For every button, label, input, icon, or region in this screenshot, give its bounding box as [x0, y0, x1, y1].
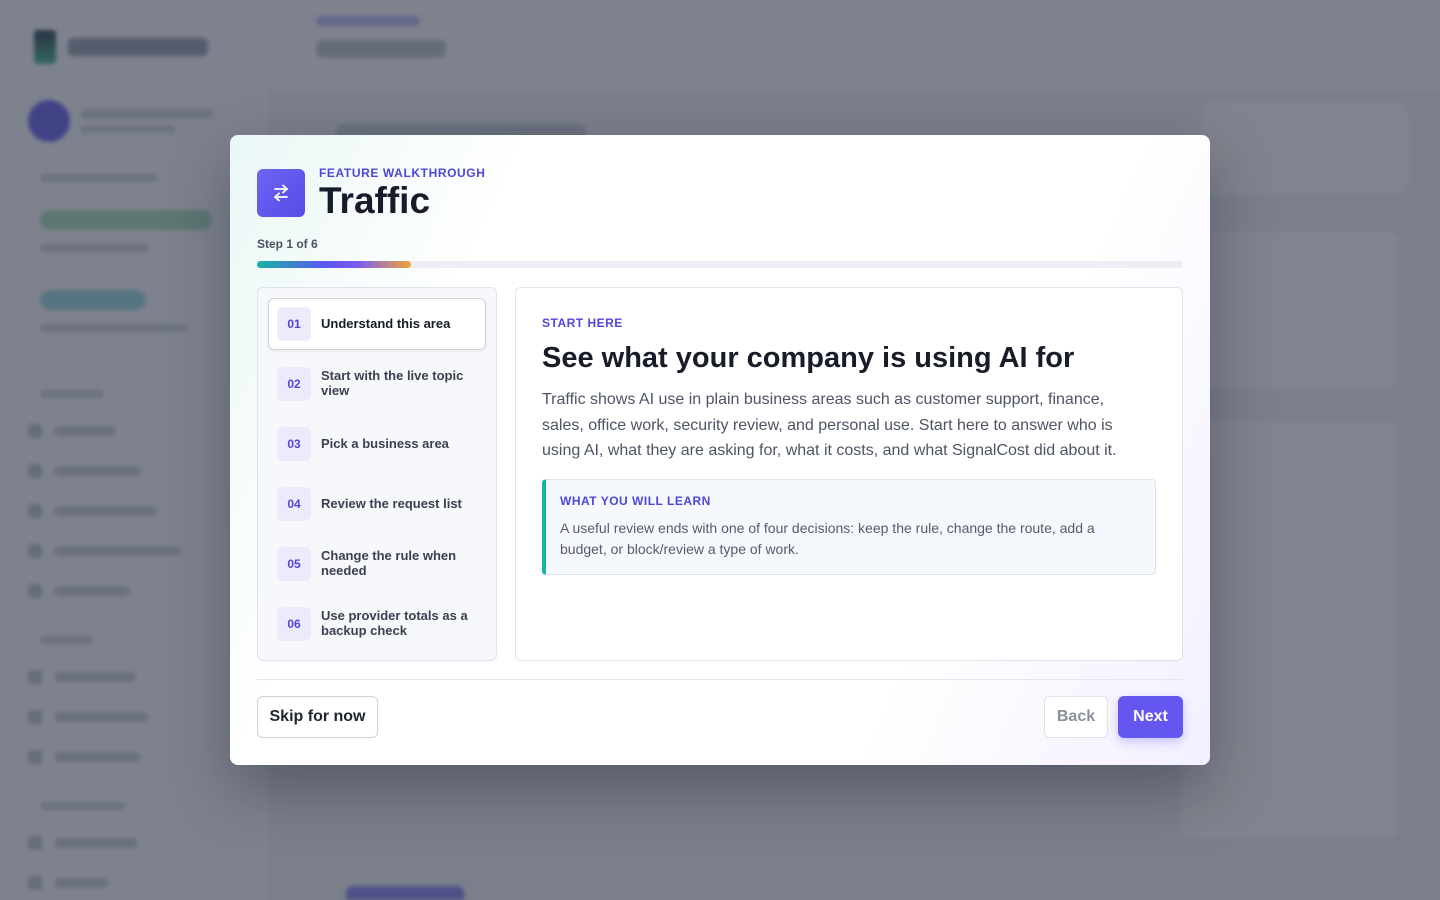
content-eyebrow: START HERE — [542, 316, 623, 330]
step-label: Change the rule when needed — [321, 548, 457, 578]
content-title: See what your company is using AI for — [542, 342, 1075, 374]
step-number: 01 — [277, 307, 311, 341]
step-content-card: START HERE See what your company is usin… — [515, 287, 1183, 661]
learn-title: WHAT YOU WILL LEARN — [560, 493, 711, 508]
step-label: Understand this area — [321, 315, 451, 331]
step-number: 06 — [277, 607, 311, 641]
step-label: Review the request list — [321, 495, 462, 511]
step-counter: Step 1 of 6 — [257, 237, 318, 251]
footer-divider — [257, 679, 1183, 680]
modal-title: Traffic — [319, 180, 431, 221]
step-item-3[interactable]: 03 Pick a business area — [268, 418, 486, 470]
step-label: Use provider totals as a backup check — [321, 608, 468, 638]
content-body: Traffic shows AI use in plain business a… — [542, 391, 1117, 459]
step-label: Pick a business area — [321, 435, 449, 451]
modal-header: FEATURE WALKTHROUGH Traffic — [257, 166, 486, 221]
step-item-2[interactable]: 02 Start with the live topic view — [268, 358, 486, 410]
learn-body: A useful review ends with one of four de… — [560, 519, 1095, 557]
step-number: 03 — [277, 427, 311, 461]
step-label: Start with the live topic view — [321, 368, 464, 398]
progress-fill — [257, 261, 412, 268]
learn-callout: WHAT YOU WILL LEARN A useful review ends… — [542, 478, 1156, 575]
step-item-4[interactable]: 04 Review the request list — [268, 478, 486, 530]
skip-button[interactable]: Skip for now — [257, 696, 378, 738]
arrows-exchange-icon — [257, 169, 305, 218]
step-item-5[interactable]: 05 Change the rule when needed — [268, 538, 486, 590]
modal-eyebrow: FEATURE WALKTHROUGH — [319, 166, 486, 180]
steps-list: 01 Understand this area 02 Start with th… — [257, 287, 497, 661]
step-number: 04 — [277, 487, 311, 521]
back-button[interactable]: Back — [1044, 696, 1108, 738]
step-item-6[interactable]: 06 Use provider totals as a backup check — [268, 598, 486, 650]
step-number: 02 — [277, 367, 311, 401]
walkthrough-modal: FEATURE WALKTHROUGH Traffic Step 1 of 6 … — [230, 135, 1210, 765]
next-button[interactable]: Next — [1118, 696, 1183, 738]
step-item-1[interactable]: 01 Understand this area — [268, 298, 486, 350]
step-number: 05 — [277, 547, 311, 581]
progress-bar — [257, 261, 1183, 268]
